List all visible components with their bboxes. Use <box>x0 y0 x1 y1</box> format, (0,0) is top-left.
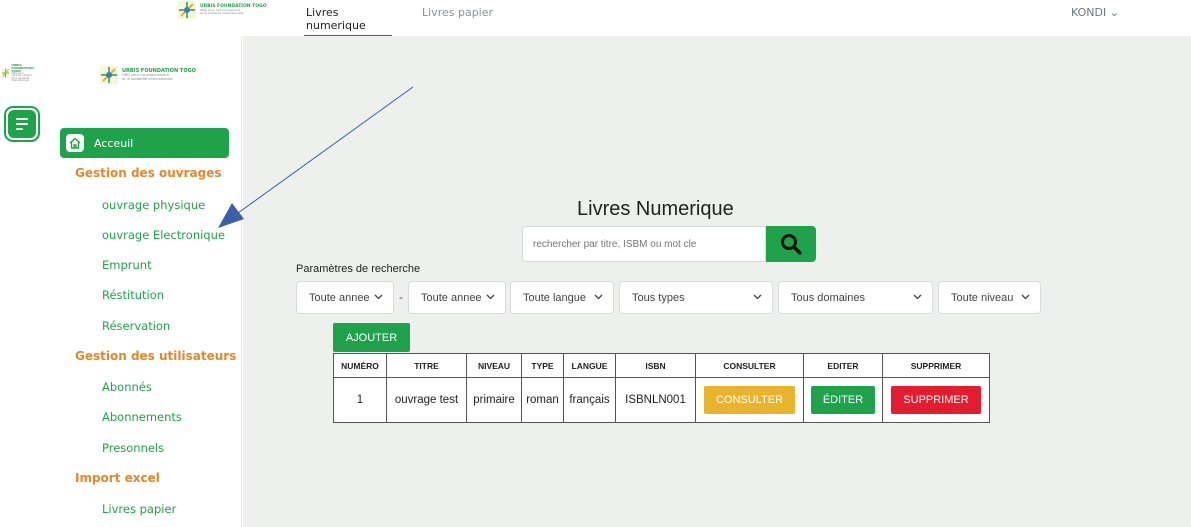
sidebar-item-livres-papier[interactable]: Livres papier <box>102 502 176 516</box>
section-gestion-ouvrages: Gestion des ouvrages <box>75 166 222 180</box>
add-button[interactable]: AJOUTER <box>333 323 410 352</box>
tab-livres-papier[interactable]: Livres papier <box>420 0 495 36</box>
cell-editer: ÉDITER <box>803 377 883 423</box>
consult-button[interactable]: CONSULTER <box>703 386 796 414</box>
mini-rail: URBIS FOUNDATION TOGO ONG pour l'environ… <box>0 36 46 527</box>
chevron-down-icon <box>913 294 922 300</box>
table-row: 1 ouvrage test primaire roman français I… <box>333 377 990 423</box>
logo-emblem-icon <box>100 66 118 84</box>
sidebar-brand-tagline-2: et la solidarité internationale <box>122 76 173 81</box>
sidebar-brand-logo[interactable]: URBIS FOUNDATION TOGO ONG pour l'environ… <box>100 66 196 84</box>
cell-supprimer: SUPPRIMER <box>882 377 990 423</box>
column-header: CONSULTER <box>695 353 804 378</box>
brand-tagline-2: et la solidarité internationale <box>200 11 244 16</box>
sidebar-item-emprunt[interactable]: Emprunt <box>102 258 152 272</box>
type-select[interactable]: Tous types <box>619 281 773 314</box>
sidebar: URBIS FOUNDATION TOGO ONG pour l'environ… <box>46 36 242 527</box>
sidebar-item-ouvrage-physique[interactable]: ouvrage physique <box>102 198 205 212</box>
home-icon <box>66 134 84 152</box>
year-from-select[interactable]: Toute annee <box>296 281 394 314</box>
domain-select[interactable]: Tous domaines <box>778 281 933 314</box>
search-input[interactable] <box>522 226 766 262</box>
cell-titre: ouvrage test <box>386 377 467 423</box>
tab-livres-numerique[interactable]: Livres numerique <box>304 0 392 36</box>
domain-value: Tous domaines <box>791 291 865 304</box>
edit-button[interactable]: ÉDITER <box>810 386 876 414</box>
cell-langue: français <box>563 377 616 423</box>
column-header: NUMÉRO <box>333 353 387 378</box>
column-header: EDITER <box>803 353 883 378</box>
column-header: NIVEAU <box>466 353 522 378</box>
search-button[interactable] <box>766 226 816 262</box>
cell-niveau: primaire <box>466 377 522 423</box>
menu-icon <box>8 110 36 138</box>
cell-consulter: CONSULTER <box>695 377 804 423</box>
column-header: LANGUE <box>563 353 616 378</box>
column-header: TYPE <box>521 353 564 378</box>
sidebar-item-reservation[interactable]: Réservation <box>102 319 170 333</box>
sidebar-item-restitution[interactable]: Réstitution <box>102 288 164 302</box>
column-header: TITRE <box>386 353 467 378</box>
chevron-down-icon <box>1021 294 1030 300</box>
chevron-down-icon <box>594 294 603 300</box>
year-from-value: Toute annee <box>309 291 370 304</box>
sidebar-item-label: Acceuil <box>94 136 134 150</box>
sidebar-item-home[interactable]: Acceuil <box>60 128 229 158</box>
sidebar-item-abonnes[interactable]: Abonnés <box>102 380 152 394</box>
language-select[interactable]: Toute langue <box>510 281 614 314</box>
user-menu[interactable]: KONDI ⌄ <box>1071 6 1119 19</box>
sidebar-item-ouvrage-electronique[interactable]: ouvrage Electronique <box>102 228 225 242</box>
logo-emblem-icon <box>178 1 196 19</box>
year-to-select[interactable]: Toute annee <box>408 281 506 314</box>
brand-logo[interactable]: URBIS FOUNDATION TOGO ONG pour l'environ… <box>178 0 270 20</box>
column-header: ISBN <box>615 353 696 378</box>
delete-button[interactable]: SUPPRIMER <box>891 386 981 414</box>
logo-emblem-icon <box>2 68 10 78</box>
column-header: SUPPRIMER <box>882 353 990 378</box>
sidebar-toggle-button[interactable] <box>4 106 40 142</box>
chevron-down-icon <box>374 294 383 300</box>
table-header-row: NUMÉRO TITRE NIVEAU TYPE LANGUE ISBN CON… <box>333 353 990 378</box>
section-import-excel: Import excel <box>75 471 160 485</box>
cell-numero: 1 <box>333 377 387 423</box>
language-value: Toute langue <box>523 291 586 304</box>
sidebar-item-personnels[interactable]: Presonnels <box>102 441 164 455</box>
sidebar-item-abonnements[interactable]: Abonnements <box>102 410 182 424</box>
page-title: Livres Numerique <box>577 198 734 220</box>
chevron-down-icon <box>753 294 762 300</box>
year-to-value: Toute annee <box>421 291 482 304</box>
cell-isbn: ISBNLN001 <box>615 377 696 423</box>
search-params-label: Paramètres de recherche <box>296 263 421 275</box>
year-range-separator: - <box>399 291 403 304</box>
chevron-down-icon <box>486 294 495 300</box>
top-nav-tabs: Livres numerique Livres papier <box>304 0 523 36</box>
section-gestion-utilisateurs: Gestion des utilisateurs <box>75 349 237 363</box>
cell-type: roman <box>521 377 564 423</box>
level-select[interactable]: Toute niveau <box>938 281 1041 314</box>
books-table: NUMÉRO TITRE NIVEAU TYPE LANGUE ISBN CON… <box>333 353 990 423</box>
mini-brand-logo[interactable]: URBIS FOUNDATION TOGO ONG pour l'environ… <box>2 63 44 82</box>
type-value: Tous types <box>632 291 685 304</box>
level-value: Toute niveau <box>951 291 1014 304</box>
search-icon <box>781 234 802 255</box>
top-navbar: URBIS FOUNDATION TOGO ONG pour l'environ… <box>0 0 1191 36</box>
mini-brand-tagline-2: et la solidarité internationale <box>11 76 30 82</box>
